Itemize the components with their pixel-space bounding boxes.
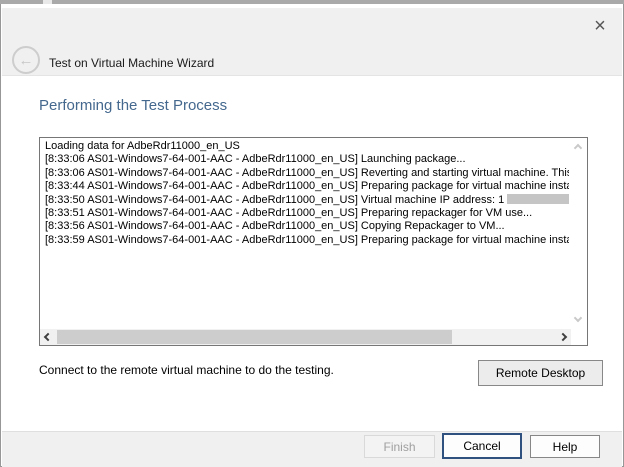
- test-log-listbox[interactable]: Loading data for AdbeRdr11000_en_US [8:3…: [39, 137, 588, 346]
- wizard-dialog: ← Test on Virtual Machine Wizard × Perfo…: [0, 0, 624, 467]
- cancel-button[interactable]: Cancel: [442, 433, 522, 459]
- scroll-right-icon[interactable]: [559, 333, 567, 341]
- horizontal-scrollbar-thumb[interactable]: [57, 330, 452, 344]
- dialog-frame: ← Test on Virtual Machine Wizard × Perfo…: [0, 4, 624, 467]
- window-title: Test on Virtual Machine Wizard: [49, 56, 214, 70]
- log-line: [8:33:51 AS01-Windows7-64-001-AAC - Adbe…: [45, 207, 569, 220]
- back-button[interactable]: ←: [12, 46, 40, 74]
- close-button[interactable]: ×: [586, 14, 614, 38]
- back-arrow-icon: ←: [19, 52, 34, 69]
- log-line: [8:33:56 AS01-Windows7-64-001-AAC - Adbe…: [45, 220, 569, 233]
- footer-button-bar: [2, 431, 622, 467]
- log-lines: Loading data for AdbeRdr11000_en_US [8:3…: [45, 140, 569, 327]
- finish-button[interactable]: Finish: [364, 435, 435, 458]
- log-line: [8:33:06 AS01-Windows7-64-001-AAC - Adbe…: [45, 153, 569, 166]
- scroll-up-icon[interactable]: [574, 144, 582, 152]
- log-line-ip: [8:33:50 AS01-Windows7-64-001-AAC - Adbe…: [45, 194, 569, 207]
- scroll-down-icon[interactable]: [574, 314, 582, 322]
- page-title: Performing the Test Process: [39, 97, 227, 114]
- close-icon: ×: [594, 16, 606, 36]
- title-bar: ← Test on Virtual Machine Wizard ×: [2, 8, 622, 76]
- log-line: [8:33:06 AS01-Windows7-64-001-AAC - Adbe…: [45, 167, 569, 180]
- log-line: [8:33:59 AS01-Windows7-64-001-AAC - Adbe…: [45, 234, 569, 247]
- redacted-ip-value: [507, 194, 569, 204]
- log-line: [8:33:44 AS01-Windows7-64-001-AAC - Adbe…: [45, 180, 569, 193]
- scroll-left-icon[interactable]: [44, 333, 52, 341]
- instruction-text: Connect to the remote virtual machine to…: [39, 363, 334, 377]
- remote-desktop-button[interactable]: Remote Desktop: [478, 360, 603, 386]
- log-line: Loading data for AdbeRdr11000_en_US: [45, 140, 569, 153]
- horizontal-scrollbar[interactable]: [40, 329, 571, 345]
- help-button[interactable]: Help: [530, 435, 600, 458]
